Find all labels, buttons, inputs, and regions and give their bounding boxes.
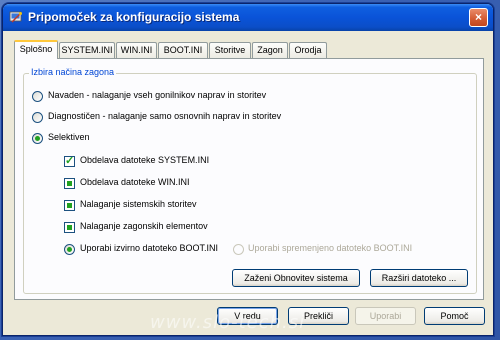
- tab-general[interactable]: Splošno: [14, 40, 58, 59]
- load-startup-items-checkbox[interactable]: [64, 222, 75, 233]
- close-button[interactable]: ×: [469, 8, 488, 27]
- help-button[interactable]: Pomoč: [424, 307, 485, 325]
- expand-file-button[interactable]: Razširi datoteko ...: [370, 269, 468, 287]
- tab-tools[interactable]: Orodja: [289, 42, 327, 58]
- close-icon: ×: [474, 10, 482, 24]
- process-win-ini-label[interactable]: Obdelava datoteke WIN.INI: [80, 177, 190, 187]
- tab-win-ini[interactable]: WIN.INI: [116, 42, 157, 58]
- load-system-services-checkbox[interactable]: [64, 200, 75, 211]
- normal-startup-label[interactable]: Navaden - nalaganje vseh gonilnikov napr…: [48, 90, 266, 100]
- modified-bootini-label[interactable]: Uporabi spremenjeno datoteko BOOT.INI: [248, 243, 412, 253]
- process-win-ini-checkbox[interactable]: [64, 178, 75, 189]
- process-system-ini-label[interactable]: Obdelava datoteke SYSTEM.INI: [80, 155, 209, 165]
- general-tab-panel: Izbira načina zagona Navaden - nalaganje…: [14, 58, 484, 300]
- process-system-ini-checkbox[interactable]: ✓: [64, 155, 75, 167]
- load-system-services-label[interactable]: Nalaganje sistemskih storitev: [80, 199, 197, 209]
- normal-startup-radio[interactable]: [32, 91, 43, 102]
- tab-system-ini[interactable]: SYSTEM.INI: [59, 42, 115, 58]
- startup-selection-group: Izbira načina zagona Navaden - nalaganje…: [23, 67, 477, 294]
- watermark: www.slo-tech.si: [150, 312, 306, 333]
- selective-startup-radio[interactable]: [32, 133, 43, 144]
- load-startup-items-label[interactable]: Nalaganje zagonskih elementov: [80, 221, 208, 231]
- title-bar[interactable]: Pripomoček za konfiguracijo sistema ×: [3, 4, 493, 31]
- system-config-window: Pripomoček za konfiguracijo sistema × Sp…: [2, 3, 494, 336]
- selective-startup-label[interactable]: Selektiven: [48, 132, 90, 142]
- original-bootini-radio[interactable]: [64, 244, 75, 255]
- tab-boot-ini[interactable]: BOOT.INI: [158, 42, 208, 58]
- original-bootini-label[interactable]: Uporabi izvirno datoteko BOOT.INI: [80, 243, 218, 253]
- apply-button[interactable]: Uporabi: [355, 307, 416, 325]
- launch-system-restore-button[interactable]: Zaženi Obnovitev sistema: [232, 269, 360, 287]
- window-title: Pripomoček za konfiguracijo sistema: [28, 10, 240, 24]
- modified-bootini-radio[interactable]: [233, 244, 244, 255]
- system-config-icon: [9, 11, 22, 23]
- diagnostic-startup-label[interactable]: Diagnostičen - nalaganje samo osnovnih n…: [48, 111, 281, 121]
- group-legend: Izbira načina zagona: [29, 67, 117, 77]
- diagnostic-startup-radio[interactable]: [32, 112, 43, 123]
- tab-services[interactable]: Storitve: [209, 42, 251, 58]
- tab-startup[interactable]: Zagon: [252, 42, 288, 58]
